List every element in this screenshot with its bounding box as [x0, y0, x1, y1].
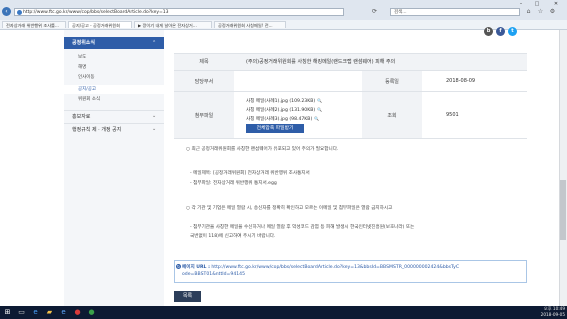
list-button[interactable]: 목록: [174, 291, 201, 302]
address-text: http://www.ftc.go.kr/www/cop/bbs/selectB…: [23, 10, 169, 15]
body-paragraph: - 첨부파일: 전자상거래 위반행위 통지서.egg: [190, 181, 277, 186]
page-url-line2: ode=BBST01&nttId=94145: [182, 272, 246, 277]
preview-icon[interactable]: 🔍: [314, 116, 319, 121]
file-link[interactable]: 사칭 메일(사례2).jpg (131.90KB) 🔍: [246, 107, 322, 113]
search-input[interactable]: 검색...: [390, 8, 520, 16]
file-name: 사칭 메일(사례3).jpg (98.47KB): [246, 117, 313, 122]
page-url-label: 페이지 URL :: [182, 265, 210, 270]
sidebar-item-committee-news[interactable]: 위원회 소식: [64, 95, 164, 104]
address-bar[interactable]: http://www.ftc.go.kr/www/cop/bbs/selectB…: [14, 8, 344, 16]
chevron-down-icon: ⌄: [152, 113, 157, 119]
date-value: 2018-08-09: [446, 78, 476, 84]
tab-4[interactable]: 공정거래위원회 사칭메일! 전...: [214, 21, 286, 28]
maximize-icon[interactable]: □: [530, 1, 544, 8]
body-paragraph: - 첨부기관을 사칭한 메일을 수신하거나 메일 열람 후 악성코드 감염 등 …: [190, 225, 415, 230]
tab-2[interactable]: 공지/공고 - 공정거래위원회: [68, 21, 132, 28]
scrollbar-thumb[interactable]: [560, 180, 566, 240]
views-label: 조회: [387, 113, 397, 119]
preview-icon[interactable]: 🔍: [317, 107, 322, 112]
file-name: 사칭 메일(사례1).jpg (109.23KB): [246, 99, 316, 104]
attach-label: 첨부파일: [194, 113, 214, 119]
close-icon[interactable]: ✕: [549, 1, 563, 8]
favorites-star-icon[interactable]: ☆: [536, 8, 545, 16]
body-paragraph: 국번없이 118)에 신고하여 주시기 바랍니다.: [190, 234, 276, 239]
sidebar-item-notice[interactable]: 공지/공고: [64, 85, 164, 94]
body-paragraph: - 메일제목: [공정거래위원회] 전자상거래 위반행위 조사통지서: [190, 171, 310, 176]
task-view-icon[interactable]: ▭: [16, 307, 27, 318]
app-icon[interactable]: ●: [72, 307, 83, 318]
page-url[interactable]: 페이지 URL : http://www.ftc.go.kr/www/cop/b…: [182, 264, 522, 278]
chevron-up-icon: ⌃: [152, 40, 157, 46]
date-label: 등록일: [385, 79, 399, 85]
refresh-icon[interactable]: ⟳: [372, 8, 380, 16]
title-label: 제목: [199, 59, 209, 65]
twitter-icon[interactable]: t: [508, 27, 517, 36]
file-link[interactable]: 사칭 메일(사례1).jpg (109.23KB) 🔍: [246, 98, 322, 104]
file-name: 사칭 메일(사례2).jpg (131.90KB): [246, 108, 316, 113]
sidebar-item-clarification[interactable]: 해명: [64, 63, 164, 72]
folder-icon[interactable]: ▰: [44, 307, 55, 318]
taskbar-clock[interactable]: 오후 10:49 2018-09-05: [520, 306, 565, 319]
file-link[interactable]: 사칭 메일(사례3).jpg (98.47KB) 🔍: [246, 116, 319, 122]
sidebar-item-personnel[interactable]: 인사이동: [64, 73, 164, 82]
article-title: (주의)공정거래위원회를 사칭한 해킹메일(랜드크랩 랜섬웨어) 피해 주의: [246, 59, 396, 65]
link-icon: ↻: [176, 264, 181, 269]
scrollbar[interactable]: [559, 30, 567, 306]
minimize-icon[interactable]: –: [514, 1, 528, 8]
sidebar-section-rules[interactable]: 행정규칙 제 · 개정 공지: [64, 123, 164, 135]
tab-1[interactable]: 전자상거래 위반행위 조사를...: [2, 21, 66, 28]
app-icon[interactable]: ●: [86, 307, 97, 318]
chevron-down-icon: ⌄: [152, 126, 157, 132]
clock-date: 2018-09-05: [540, 312, 565, 317]
ie-icon: [17, 10, 22, 15]
preview-icon[interactable]: 🔍: [317, 98, 322, 103]
tab-3[interactable]: ▶ 깡이기 내게 날아온 전자상거...: [134, 21, 212, 28]
dept-label: 담당부서: [194, 79, 214, 85]
body-paragraph: ○ 각 기관 및 기업은 메일 열람 시, 송신자를 정확히 확인하고 모르는 …: [186, 206, 393, 211]
edge-icon[interactable]: e: [30, 307, 41, 318]
sidebar-section-pr[interactable]: 홍보자료: [64, 110, 164, 122]
table-bottom-border: [174, 138, 527, 139]
gear-icon[interactable]: ⚙: [548, 8, 557, 16]
page-url-line1: http://www.ftc.go.kr/www/cop/bbs/selectB…: [211, 265, 460, 270]
sidebar-heading[interactable]: 공정위소식: [64, 37, 164, 49]
facebook-icon[interactable]: f: [496, 27, 505, 36]
ie-taskbar-icon[interactable]: e: [58, 307, 69, 318]
body-paragraph: ○ 최근 공정거래위원회를 사칭한 랜섬웨어가 유포되고 있어 주의가 필요합니…: [186, 147, 339, 152]
sidebar-item-press[interactable]: 보도: [64, 53, 164, 62]
home-icon[interactable]: ⌂: [524, 8, 533, 16]
download-all-button[interactable]: 전체압축 파일받기: [246, 124, 304, 133]
back-arrow-icon[interactable]: ‹: [2, 7, 11, 16]
blog-icon[interactable]: b: [484, 27, 493, 36]
views-value: 9501: [446, 112, 459, 118]
windows-start-icon[interactable]: ⊞: [2, 307, 13, 318]
